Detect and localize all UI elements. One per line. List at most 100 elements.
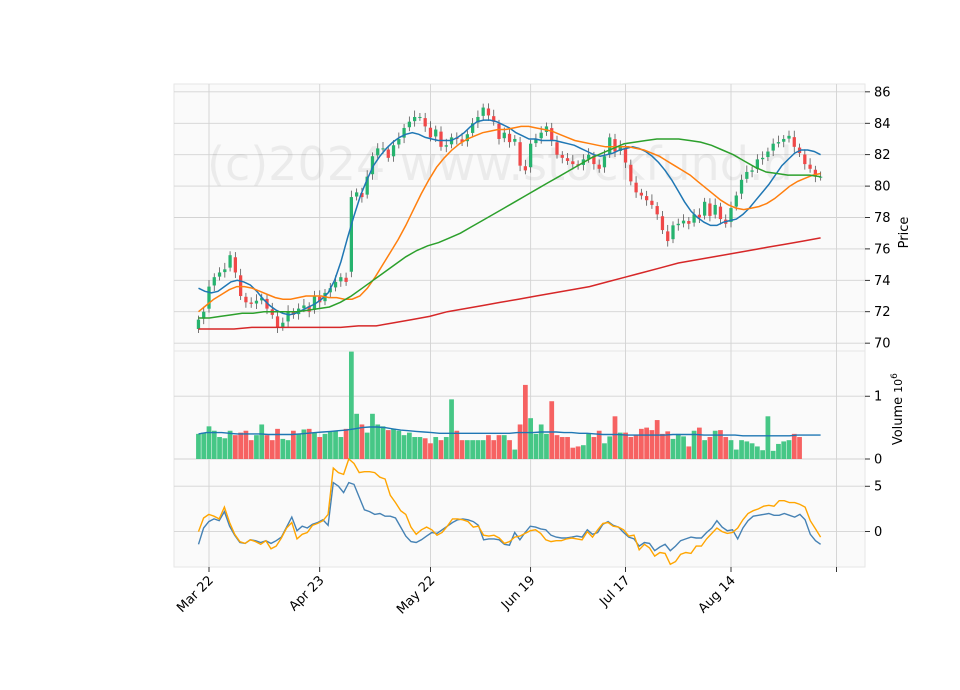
volume-bar (480, 440, 486, 459)
candle-body (254, 300, 259, 304)
candle-body (275, 316, 280, 328)
volume-bar (333, 430, 338, 459)
volume-bar (211, 430, 217, 459)
volume-bar (707, 437, 713, 459)
volume-bar (602, 443, 607, 459)
candle-body (560, 155, 564, 158)
candle-body (196, 319, 201, 330)
candle-body (423, 118, 427, 127)
volume-bar (338, 437, 344, 459)
volume-bar (686, 446, 692, 459)
volume-bar (396, 430, 402, 459)
volume-bar (206, 426, 212, 459)
volume-bar (517, 424, 523, 459)
candle-body (761, 157, 765, 160)
volume-bar (417, 437, 423, 459)
candle-body (386, 149, 390, 158)
candle-body (217, 272, 222, 277)
volume-tick-label: 0 (874, 453, 882, 468)
volume-bar (549, 401, 555, 459)
candle-body (407, 121, 411, 128)
volume-bar (375, 424, 381, 459)
candle-body (629, 164, 633, 182)
volume-bar (364, 432, 370, 459)
oscillator-tick-label: 0 (874, 525, 882, 540)
candle-body (608, 137, 612, 154)
volume-bar (243, 430, 249, 459)
candle-body (376, 148, 380, 156)
volume-bar (744, 441, 750, 459)
candle-body (244, 296, 248, 303)
volume-bar (217, 437, 222, 459)
volume-bar (254, 435, 259, 459)
volume-bar (797, 437, 802, 459)
volume-bar (412, 437, 418, 459)
candle-body (486, 108, 491, 116)
candle-body (782, 138, 786, 142)
volume-bar (232, 435, 238, 459)
panel-background (174, 459, 865, 567)
candle-body (745, 171, 749, 179)
volume-bar (385, 430, 391, 459)
volume-bar (222, 438, 228, 459)
volume-bar (675, 433, 681, 459)
x-tick-label: May 22 (394, 573, 438, 617)
volume-bar (770, 450, 776, 459)
candle-body (634, 182, 638, 193)
candle-body (597, 164, 601, 169)
volume-bar (791, 433, 797, 459)
volume-bar (248, 440, 254, 459)
candle-body (223, 269, 227, 273)
volume-bar (765, 416, 771, 459)
volume-bar (491, 440, 497, 459)
volume-bar (512, 449, 518, 459)
volume-bar (607, 436, 613, 459)
candle-body (650, 200, 654, 205)
price-tick-label: 74 (874, 274, 891, 289)
price-tick-label: 86 (874, 85, 891, 100)
candle-body (513, 138, 517, 142)
volume-bar (359, 424, 365, 459)
volume-bar (586, 433, 592, 459)
price-tick-label: 72 (874, 305, 891, 320)
volume-bar (227, 430, 233, 459)
volume-bar (728, 440, 734, 459)
volume-bar (422, 438, 428, 459)
volume-bar (591, 437, 597, 459)
volume-bar (565, 437, 570, 459)
volume-bar (201, 432, 207, 459)
x-tick-label: Mar 22 (174, 573, 217, 616)
price-tick-label: 70 (874, 337, 891, 352)
candle-body (734, 195, 738, 207)
volume-bar (681, 436, 686, 459)
candle-body (233, 257, 237, 273)
volume-bar (623, 432, 628, 459)
volume-axis-label: Volume (891, 397, 906, 445)
candle-body (207, 286, 211, 309)
candle-body (792, 137, 796, 147)
volume-bar (475, 440, 481, 459)
volume-bar (660, 433, 665, 459)
volume-bar (628, 437, 634, 459)
volume-bar (438, 440, 444, 459)
price-axis-label: Price (897, 217, 912, 249)
volume-bar (786, 440, 792, 459)
price-tick-label: 78 (874, 211, 891, 226)
candle-body (718, 206, 723, 220)
candle-body (507, 133, 512, 143)
volume-bar (570, 447, 576, 459)
candle-body (713, 204, 717, 215)
volume-bar (322, 433, 328, 459)
volume-tick-label: 1 (874, 390, 882, 405)
price-tick-label: 82 (874, 148, 891, 163)
volume-bar (196, 433, 201, 459)
candle-body (228, 255, 232, 268)
volume-bar (654, 420, 660, 459)
candle-body (687, 221, 691, 224)
volume-bar (733, 449, 739, 459)
watermark: (c)2024 www.stockfund.d (207, 137, 793, 191)
x-tick-label: Apr 23 (286, 573, 327, 614)
candle-body (771, 143, 775, 151)
volume-bar (391, 428, 396, 459)
volume-bar (776, 443, 781, 459)
